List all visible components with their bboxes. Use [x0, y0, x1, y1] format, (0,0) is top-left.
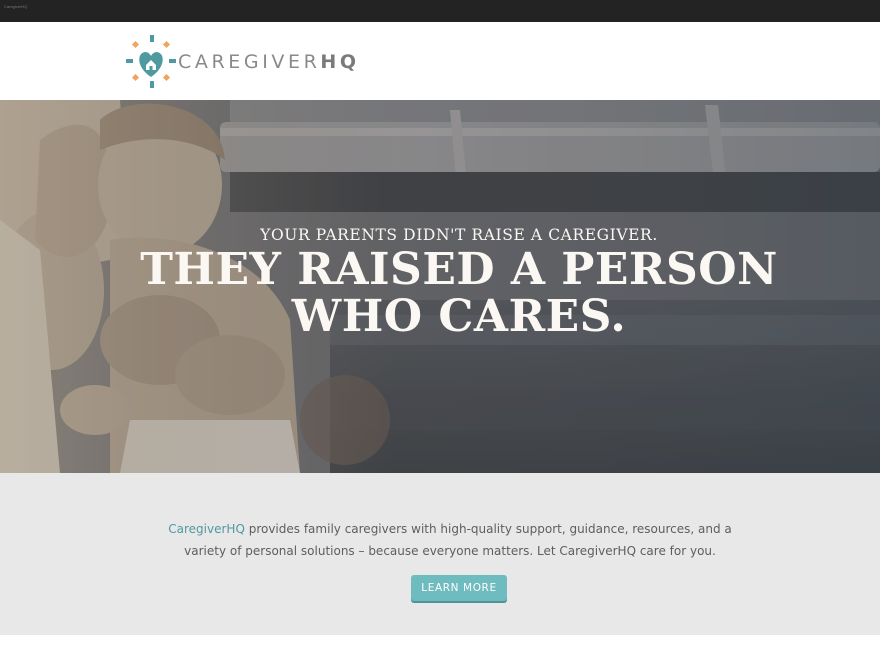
caregiver-heart-house-logo-icon — [126, 35, 176, 88]
page-bottom-strip — [0, 635, 880, 660]
brand-link[interactable]: CaregiverHQ — [168, 522, 245, 536]
logo-link[interactable]: CAREGIVERHQ — [126, 35, 360, 89]
hero-title: They raised a person who cares. — [0, 246, 880, 340]
logo-wordmark: CAREGIVERHQ — [178, 50, 360, 73]
hero-title-line-2: who cares. — [291, 291, 627, 342]
browser-top-bar: CaregiverHQ — [0, 0, 880, 22]
site-header: CAREGIVERHQ — [0, 22, 880, 100]
hero-title-line-1: They raised a person — [140, 244, 778, 295]
intro-body: provides family caregivers with high-qua… — [184, 522, 732, 558]
learn-more-button[interactable]: Learn more — [411, 575, 507, 601]
logo-suffix: HQ — [320, 50, 360, 73]
logo-name: CAREGIVER — [178, 50, 321, 73]
hero-subtitle: Your parents didn't raise a caregiver. — [260, 226, 658, 244]
browser-tab-label[interactable]: CaregiverHQ — [4, 4, 27, 9]
intro-paragraph: CaregiverHQ provides family caregivers w… — [150, 519, 750, 562]
hero-banner: Your parents didn't raise a caregiver. T… — [0, 100, 880, 473]
intro-section: CaregiverHQ provides family caregivers w… — [0, 473, 880, 635]
